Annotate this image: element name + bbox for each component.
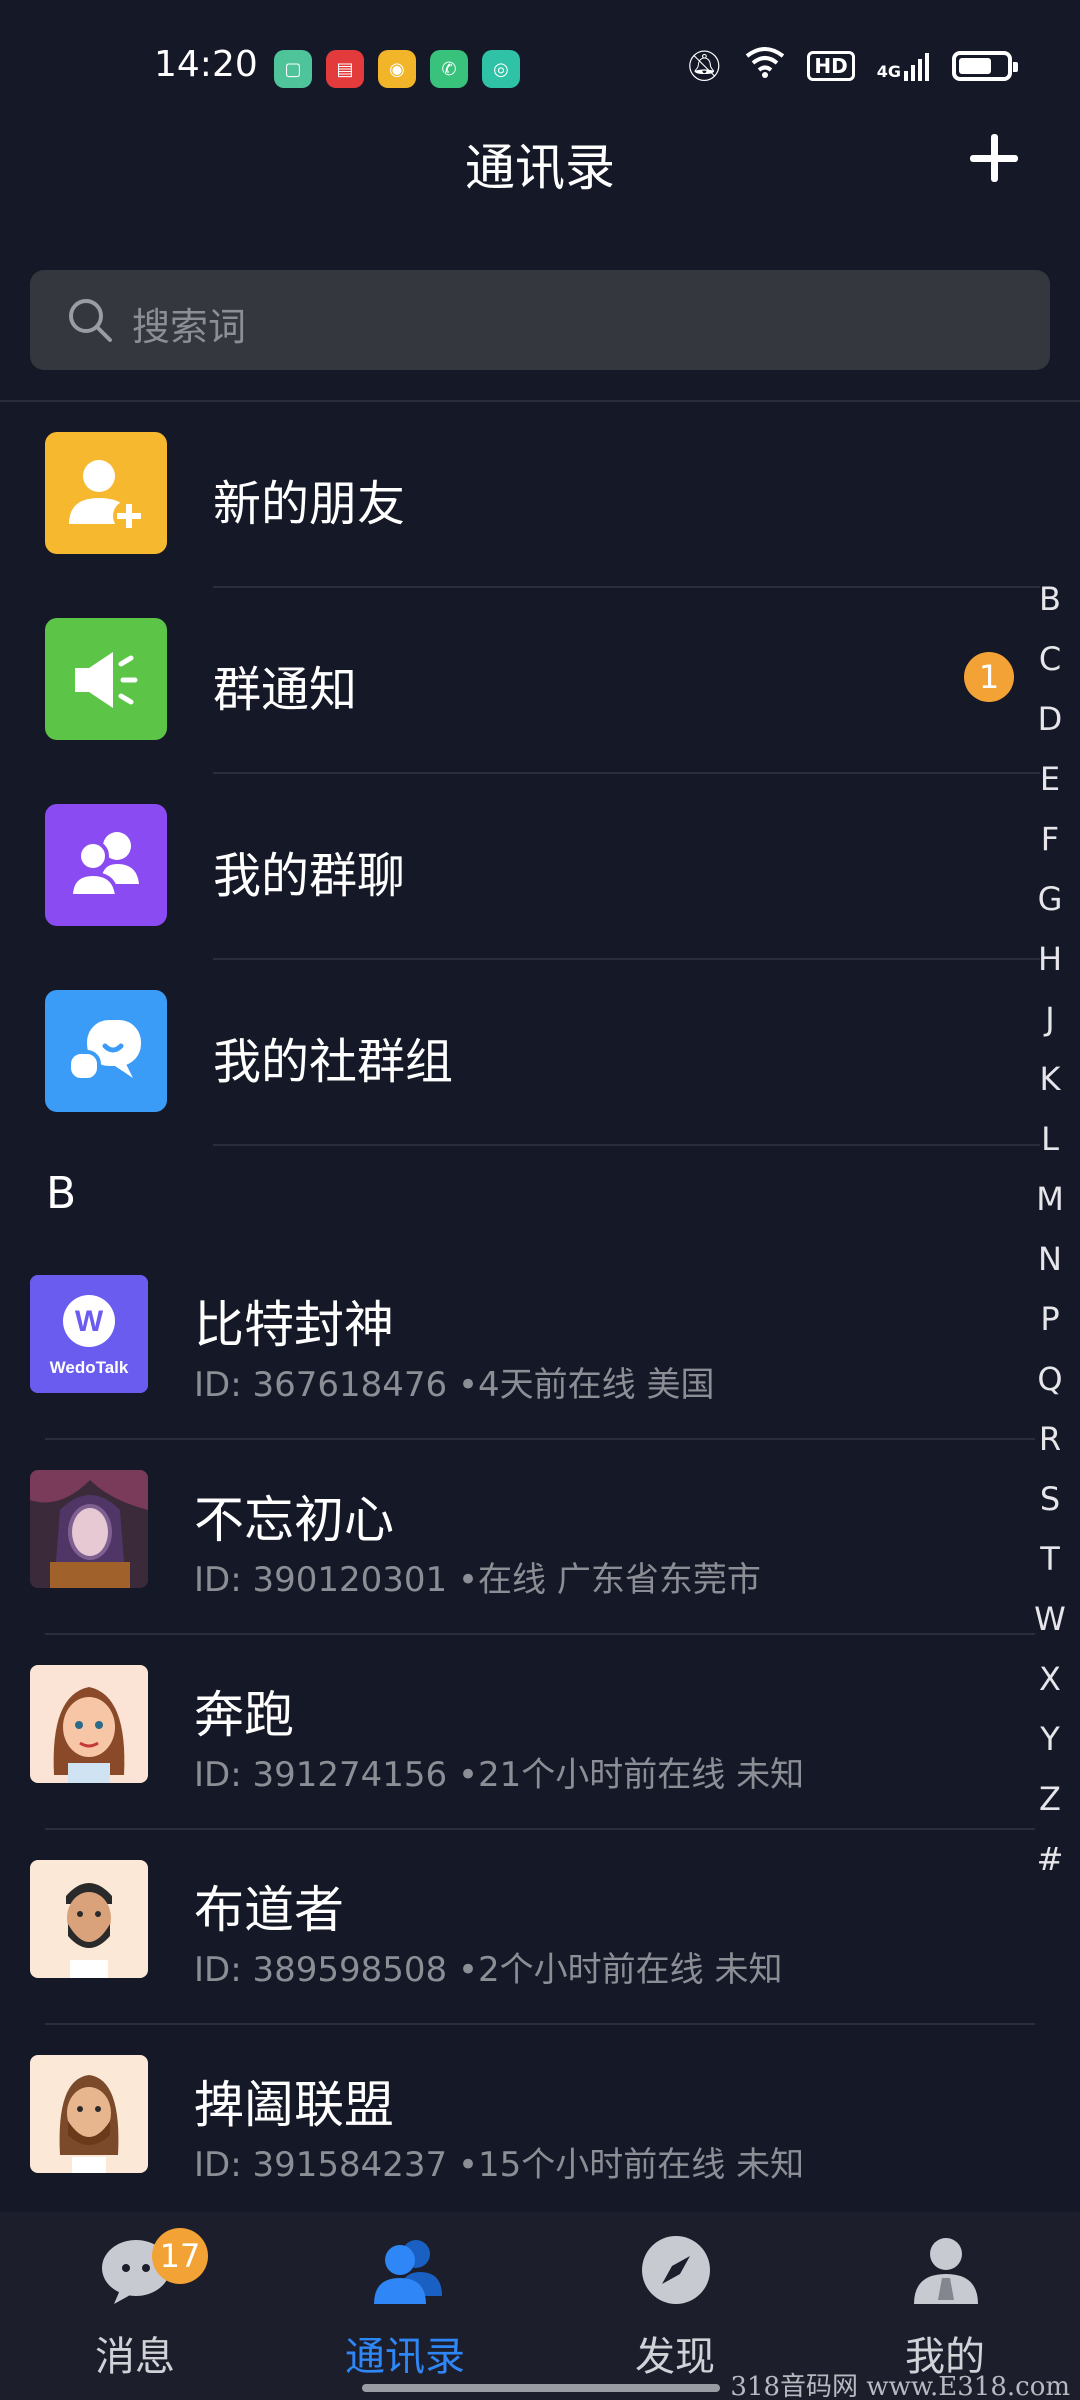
- search-input[interactable]: 搜索词: [30, 270, 1050, 370]
- alpha-letter[interactable]: T: [1040, 1538, 1060, 1598]
- wifi-icon: [745, 46, 785, 86]
- feature-label: 新的朋友: [213, 476, 406, 532]
- network-label: 4G: [876, 62, 901, 81]
- alpha-letter[interactable]: E: [1040, 758, 1060, 818]
- alpha-letter[interactable]: J: [1045, 998, 1054, 1058]
- alpha-letter[interactable]: P: [1040, 1298, 1059, 1358]
- home-indicator[interactable]: [362, 2384, 720, 2392]
- alpha-letter[interactable]: M: [1036, 1178, 1064, 1238]
- alpha-letter[interactable]: C: [1039, 638, 1061, 698]
- section-header: B: [46, 1168, 77, 1219]
- status-time: 14:20: [154, 44, 258, 85]
- nav-label: 消息: [95, 2334, 175, 2380]
- compass-icon: [642, 2236, 710, 2304]
- hd-badge: HD: [807, 51, 855, 81]
- contact-meta: ID: 391584237 •15个小时前在线 未知: [194, 2145, 805, 2185]
- community-icon: [45, 990, 167, 1112]
- divider: [213, 1144, 1040, 1146]
- alpha-letter[interactable]: D: [1038, 698, 1063, 758]
- alpha-letter[interactable]: #: [1037, 1838, 1064, 1898]
- alpha-letter[interactable]: L: [1041, 1118, 1059, 1178]
- phone-app-icon: ✆: [430, 50, 468, 88]
- alpha-letter[interactable]: R: [1039, 1418, 1061, 1478]
- alpha-letter[interactable]: Y: [1040, 1718, 1060, 1778]
- wedotalk-logo-text: WedoTalk: [50, 1358, 129, 1377]
- nav-label: 通讯录: [345, 2334, 465, 2380]
- contact-meta: ID: 391274156 •21个小时前在线 未知: [194, 1755, 805, 1795]
- search-icon: [69, 299, 112, 342]
- messages-app-icon: ▢: [274, 50, 312, 88]
- mute-icon: 🔕︎: [685, 48, 724, 84]
- contact-name: 不忘初心: [194, 1491, 394, 1549]
- avatar: [30, 1470, 148, 1588]
- status-indicators: 🔕︎ HD 4G: [685, 46, 1018, 86]
- my-group-chats-item[interactable]: 我的群聊: [0, 774, 1040, 960]
- megaphone-icon: [45, 618, 167, 740]
- profile-icon: [914, 2238, 978, 2304]
- chat-app-icon: ◎: [482, 50, 520, 88]
- contact-row[interactable]: 布道者 ID: 389598508 •2个小时前在线 未知: [0, 1830, 1040, 2025]
- contact-name: 布道者: [194, 1881, 344, 1939]
- contact-meta: ID: 389598508 •2个小时前在线 未知: [194, 1950, 783, 1990]
- contact-row[interactable]: 奔跑 ID: 391274156 •21个小时前在线 未知: [0, 1635, 1040, 1830]
- alpha-letter[interactable]: F: [1041, 818, 1059, 878]
- alpha-letter[interactable]: N: [1038, 1238, 1062, 1298]
- my-communities-item[interactable]: 我的社群组: [0, 960, 1040, 1146]
- feature-label: 我的群聊: [213, 848, 406, 904]
- watermark: 318音码网 www.E318.com: [730, 2372, 1070, 2400]
- alpha-letter[interactable]: H: [1038, 938, 1062, 998]
- avatar: [30, 1860, 148, 1978]
- group-chat-icon: [45, 804, 167, 926]
- svg-text:W: W: [75, 1305, 104, 1338]
- contact-row[interactable]: 捭阖联盟 ID: 391584237 •15个小时前在线 未知: [0, 2025, 1040, 2220]
- signal-icon: 4G: [877, 51, 930, 81]
- contact-row[interactable]: W WedoTalk 比特封神 ID: 367618476 •4天前在线 美国: [0, 1245, 1040, 1440]
- contact-row[interactable]: 不忘初心 ID: 390120301 •在线 广东省东莞市: [0, 1440, 1040, 1635]
- nav-messages[interactable]: 17 消息: [0, 2212, 270, 2400]
- weibo-app-icon: ◉: [378, 50, 416, 88]
- news-app-icon: ▤: [326, 50, 364, 88]
- alpha-letter[interactable]: Z: [1039, 1778, 1061, 1838]
- nav-contacts[interactable]: 通讯录: [270, 2212, 540, 2400]
- alpha-letter[interactable]: K: [1040, 1058, 1061, 1118]
- unread-badge: 17: [152, 2228, 208, 2284]
- battery-icon: [952, 51, 1018, 81]
- add-button[interactable]: [964, 128, 1024, 188]
- alpha-letter[interactable]: W: [1034, 1598, 1066, 1658]
- alpha-letter[interactable]: S: [1040, 1478, 1060, 1538]
- contact-meta: ID: 390120301 •在线 广东省东莞市: [194, 1560, 761, 1600]
- contact-name: 奔跑: [194, 1686, 294, 1744]
- group-notifications-item[interactable]: 群通知 1: [0, 588, 1040, 774]
- new-friends-item[interactable]: 新的朋友: [0, 402, 1040, 588]
- contact-meta: ID: 367618476 •4天前在线 美国: [194, 1365, 715, 1405]
- avatar: W WedoTalk: [30, 1275, 148, 1393]
- contacts-icon: [374, 2240, 442, 2304]
- alpha-letter[interactable]: B: [1039, 578, 1061, 638]
- alphabet-index[interactable]: B C D E F G H J K L M N P Q R S T W X Y Z #: [1030, 578, 1070, 1898]
- notification-badge: 1: [964, 652, 1014, 702]
- alpha-letter[interactable]: G: [1038, 878, 1063, 938]
- contact-name: 比特封神: [194, 1296, 394, 1354]
- header: 通讯录: [0, 120, 1080, 200]
- contact-name: 捭阖联盟: [194, 2076, 394, 2134]
- add-friend-icon: [45, 432, 167, 554]
- status-app-icons: ▢ ▤ ◉ ✆ ◎: [274, 50, 520, 88]
- avatar: [30, 2055, 148, 2173]
- page-title: 通讯录: [465, 139, 615, 197]
- feature-label: 我的社群组: [213, 1034, 454, 1090]
- status-bar: 14:20 ▢ ▤ ◉ ✆ ◎ 🔕︎ HD 4G: [0, 0, 1080, 130]
- alpha-letter[interactable]: Q: [1037, 1358, 1062, 1418]
- feature-label: 群通知: [213, 662, 358, 718]
- avatar: [30, 1665, 148, 1783]
- alpha-letter[interactable]: X: [1039, 1658, 1061, 1718]
- search-placeholder: 搜索词: [132, 305, 247, 349]
